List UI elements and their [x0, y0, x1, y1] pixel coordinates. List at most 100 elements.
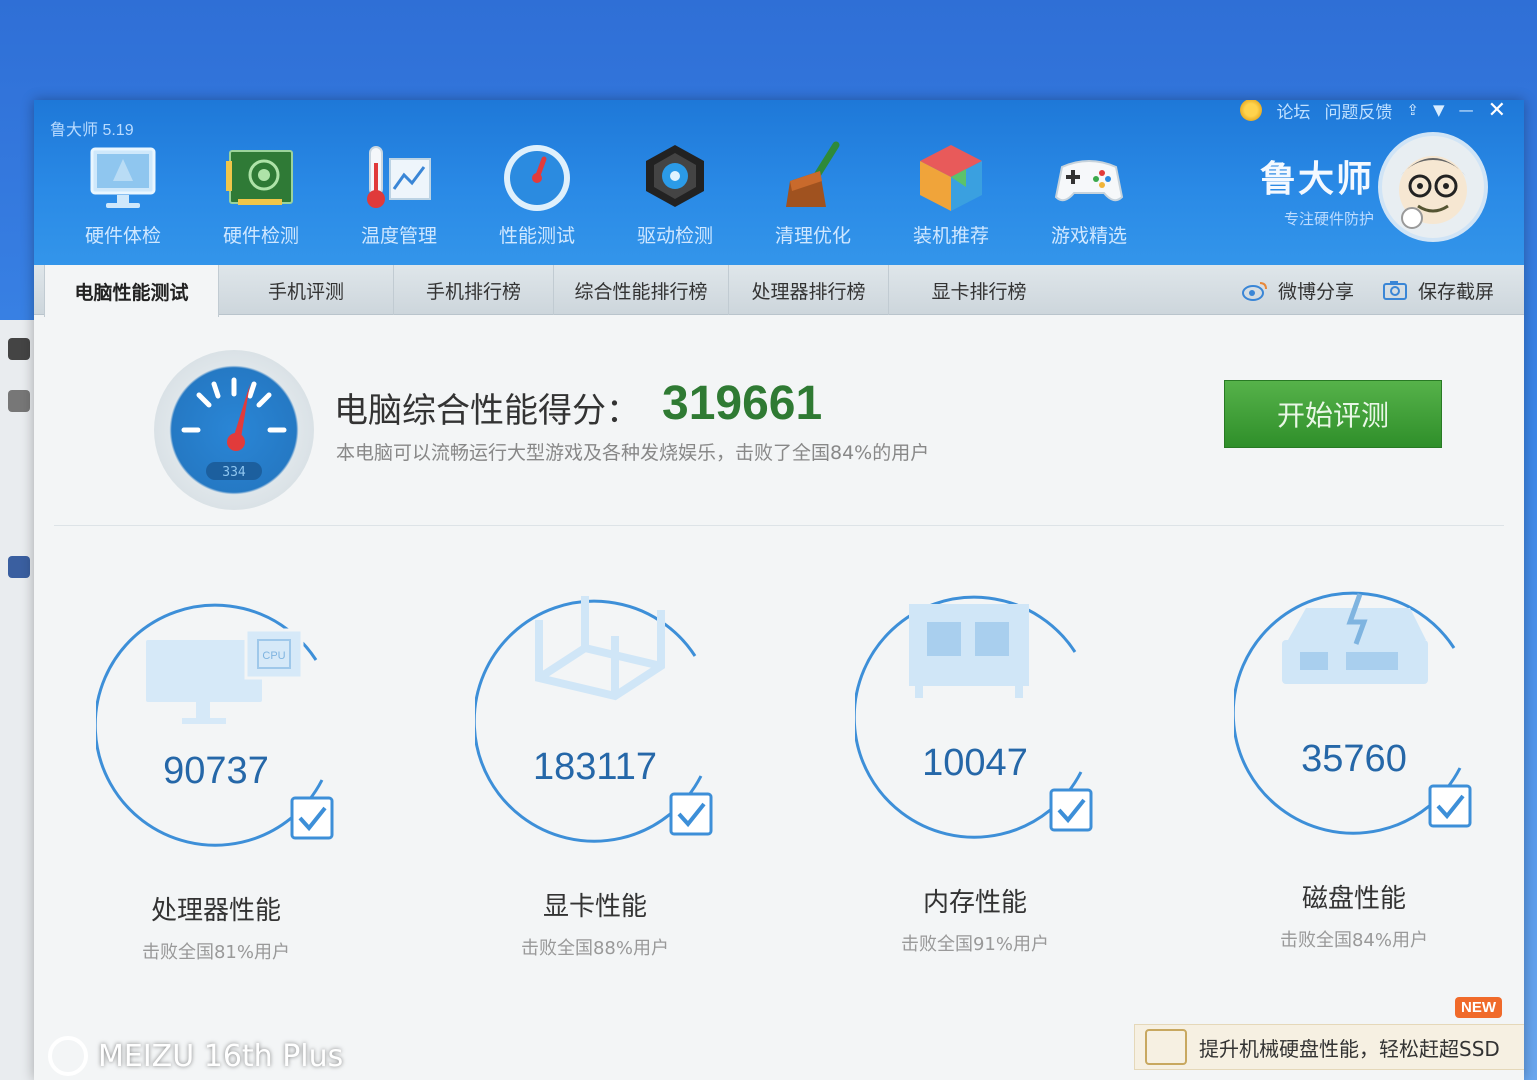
toolbar-item-hardware-detect[interactable]: 硬件检测	[192, 140, 330, 258]
score-description: 本电脑可以流畅运行大型游戏及各种发烧娱乐，击败了全国84%的用户	[336, 442, 930, 464]
tab-overall-ranking[interactable]: 综合性能排行榜	[554, 265, 729, 315]
metric-ring	[1234, 591, 1472, 835]
close-icon[interactable]: ✕	[1488, 100, 1506, 123]
avatar[interactable]	[1378, 132, 1488, 242]
weibo-share-button[interactable]: 微博分享	[1241, 277, 1354, 304]
checkbox-icon	[669, 792, 713, 836]
gauge-text: 334	[222, 465, 246, 480]
toolbar-item-temperature[interactable]: 温度管理	[330, 140, 468, 258]
metric-desc: 击败全国84%用户	[1279, 930, 1428, 951]
divider	[54, 525, 1504, 526]
cube-icon	[920, 145, 982, 211]
metric-score: 10047	[922, 742, 1028, 784]
minimize-icon[interactable]: —	[1459, 101, 1474, 119]
broom-icon	[786, 141, 840, 207]
metric-score: 183117	[533, 746, 657, 788]
save-screenshot-label: 保存截屏	[1417, 280, 1494, 303]
brand: 鲁大师 专注硬件防护	[1260, 150, 1374, 229]
mascot-icon	[1399, 156, 1467, 229]
thermometer-icon	[367, 146, 431, 208]
disk-drive-icon	[1282, 593, 1428, 684]
forum-link[interactable]: 论坛	[1276, 100, 1310, 123]
app-title: 鲁大师 5.19	[50, 122, 134, 139]
toolbar-label: 硬件检测	[222, 225, 299, 247]
driver-gear-icon	[646, 145, 704, 207]
memory-chip-icon	[909, 604, 1029, 698]
metric-desc: 击败全国88%用户	[520, 938, 669, 959]
desktop-strip	[0, 320, 36, 1080]
toolbar-label: 清理优化	[774, 225, 851, 247]
weibo-icon	[1241, 282, 1267, 301]
checkbox-icon	[1428, 784, 1472, 828]
toolbar-label: 温度管理	[360, 225, 437, 247]
metric-name: 磁盘性能	[1301, 884, 1406, 914]
app-window: 鲁大师 5.19 论坛 问题反馈 ⇪ ▼ — ✕ 硬件体检 硬件检测 温度管理 …	[34, 100, 1524, 1080]
toolbar-item-driver-detect[interactable]: 驱动检测	[606, 140, 744, 258]
toolbar-label: 驱动检测	[636, 225, 713, 247]
weibo-share-label: 微博分享	[1277, 280, 1354, 303]
desktop-app-icon[interactable]	[8, 390, 30, 412]
metric-desc: 击败全国81%用户	[141, 942, 290, 963]
shield-icon[interactable]	[8, 556, 30, 578]
save-screenshot-button[interactable]: 保存截屏	[1382, 277, 1494, 304]
new-badge: NEW	[1455, 997, 1502, 1018]
toolbar-label: 装机推荐	[912, 225, 989, 247]
tab-cpu-ranking[interactable]: 处理器排行榜	[729, 265, 889, 315]
metric-name: 显卡性能	[542, 892, 647, 922]
cpu-icon-text: CPU	[262, 650, 285, 662]
gamepad-icon	[1054, 160, 1124, 202]
brand-name: 鲁大师	[1259, 159, 1374, 200]
camera-icon	[1382, 281, 1407, 300]
score-label: 电脑综合性能得分：	[334, 391, 640, 431]
gauge-icon: 334	[181, 377, 287, 480]
checkbox-icon	[1049, 788, 1093, 832]
metric-name: 处理器性能	[150, 896, 281, 926]
feedback-link[interactable]: 问题反馈	[1324, 100, 1392, 123]
checkbox-icon	[290, 796, 334, 840]
tab-phone-ranking[interactable]: 手机排行榜	[394, 265, 554, 315]
toolbar-item-build-recommend[interactable]: 装机推荐	[882, 140, 1020, 258]
metric-desc: 击败全国91%用户	[900, 934, 1049, 955]
medal-icon[interactable]	[1240, 100, 1263, 121]
toolbar-label: 游戏精选	[1050, 225, 1127, 247]
desktop-app-icon[interactable]	[8, 338, 30, 360]
watermark-text: MEIZU 16th Plus	[98, 1038, 344, 1074]
metric-memory[interactable]: 10047 内存性能 击败全国91%用户	[855, 592, 1115, 955]
toolbar-item-cleanup[interactable]: 清理优化	[744, 140, 882, 258]
hard-drive-icon	[1145, 1029, 1187, 1065]
main-toolbar: 硬件体检 硬件检测 温度管理 性能测试 驱动检测 清理优化 装机推荐 游戏精选	[54, 140, 1158, 258]
metric-gpu[interactable]: 183117 显卡性能 击败全国88%用户	[475, 596, 735, 959]
skin-icon[interactable]: ⇪	[1406, 101, 1419, 119]
cpu-monitor-icon: CPU	[146, 628, 304, 724]
title-links: 论坛 问题反馈 ⇪ ▼ — ✕	[1240, 100, 1506, 123]
toolbar-item-hardware-checkup[interactable]: 硬件体检	[54, 140, 192, 258]
circuit-board-icon	[226, 150, 293, 205]
promo-banner[interactable]: 提升机械硬盘性能，轻松赶超SSD	[1134, 1024, 1524, 1070]
tab-actions: 微博分享 保存截屏	[1241, 265, 1494, 315]
menu-icon[interactable]: ▼	[1433, 101, 1445, 119]
metric-disk[interactable]: 35760 磁盘性能 击败全国84%用户	[1234, 588, 1494, 951]
metric-cpu[interactable]: CPU 90737 处理器性能 击败全国81%用户	[96, 600, 356, 963]
score-value: 319661	[662, 377, 823, 430]
brand-slogan: 专注硬件防护	[1283, 210, 1374, 228]
metric-score: 90737	[163, 750, 269, 792]
speedometer-icon	[504, 145, 570, 211]
toolbar-label: 硬件体检	[84, 225, 161, 247]
camera-watermark: MEIZU 16th Plus	[48, 1036, 343, 1076]
toolbar-item-games[interactable]: 游戏精选	[1020, 140, 1158, 258]
metric-ring	[475, 596, 713, 843]
meizu-logo-icon	[48, 1036, 88, 1076]
toolbar-item-performance-test[interactable]: 性能测试	[468, 140, 606, 258]
metric-ring: CPU	[96, 603, 334, 847]
tabs: 电脑性能测试 手机评测 手机排行榜 综合性能排行榜 处理器排行榜 显卡排行榜	[44, 265, 1069, 317]
score-gauge: 334	[154, 350, 314, 510]
tab-bar: 电脑性能测试 手机评测 手机排行榜 综合性能排行榜 处理器排行榜 显卡排行榜 微…	[34, 265, 1524, 317]
start-test-button[interactable]: 开始评测	[1224, 380, 1442, 448]
tab-pc-performance[interactable]: 电脑性能测试	[44, 265, 219, 317]
metric-ring	[855, 595, 1093, 839]
metric-score: 35760	[1301, 738, 1407, 780]
tab-phone-review[interactable]: 手机评测	[219, 265, 394, 315]
toolbar-label: 性能测试	[498, 225, 575, 247]
promo-text: 提升机械硬盘性能，轻松赶超SSD	[1199, 1036, 1500, 1061]
tab-gpu-ranking[interactable]: 显卡排行榜	[889, 265, 1069, 315]
